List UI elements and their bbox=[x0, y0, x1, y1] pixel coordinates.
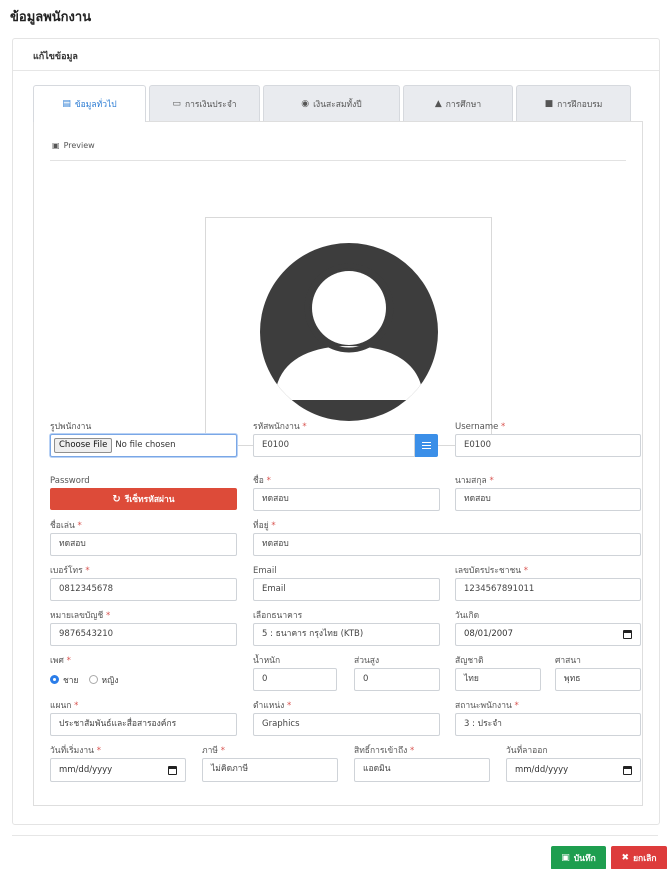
tab-training[interactable]: ■ การฝึกอบรม bbox=[516, 85, 631, 121]
employee-code-field: รหัสพนักงาน * E0100 bbox=[253, 421, 438, 457]
generate-code-button[interactable] bbox=[415, 434, 438, 457]
calendar-icon[interactable] bbox=[623, 765, 632, 775]
password-field: Password ↻ รีเซ็ทรหัสผ่าน bbox=[50, 475, 237, 510]
photo-preview bbox=[205, 217, 492, 446]
weight-input[interactable]: 0 bbox=[253, 668, 337, 691]
refresh-icon: ↻ bbox=[112, 493, 121, 505]
employee-code-input[interactable]: E0100 bbox=[253, 434, 415, 457]
id-card-icon: ▤ bbox=[62, 99, 71, 109]
calendar-icon[interactable] bbox=[623, 630, 632, 639]
gender-radio-group: ชาย หญิง bbox=[50, 668, 237, 691]
account-number-field: หมายเลขบัญชี * 9876543210 bbox=[50, 610, 237, 646]
email-input[interactable]: Email bbox=[253, 578, 440, 601]
floppy-disk-icon: ▣ bbox=[561, 853, 570, 863]
tax-select[interactable]: ไม่คิดภาษี bbox=[202, 758, 338, 782]
status-field: สถานะพนักงาน * 3 : ประจำ bbox=[455, 700, 641, 736]
nickname-field: ชื่อเล่น * ทดสอบ bbox=[50, 520, 237, 556]
religion-input[interactable]: พุทธ bbox=[555, 668, 641, 691]
last-name-field: นามสกุล * ทดสอบ bbox=[455, 475, 641, 511]
gender-female-radio[interactable] bbox=[88, 675, 98, 684]
choose-file-button[interactable]: Choose File bbox=[54, 438, 113, 453]
preview-heading: ▣ Preview bbox=[52, 141, 95, 150]
phone-input[interactable]: 0812345678 bbox=[50, 578, 237, 601]
avatar-placeholder-icon bbox=[260, 243, 438, 421]
first-name-field: ชื่อ * ทดสอบ bbox=[253, 475, 440, 511]
book-icon: ■ bbox=[544, 98, 554, 109]
tab-education[interactable]: ▲ การศึกษา bbox=[403, 85, 513, 121]
access-field: สิทธิ์การเข้าถึง * แอดมิน bbox=[354, 745, 490, 782]
tab-bar: ▤ ข้อมูลทั่วไป ▭ การเงินประจำ ◉ เงินสะสม… bbox=[33, 85, 643, 122]
reset-password-button[interactable]: ↻ รีเซ็ทรหัสผ่าน bbox=[50, 488, 237, 510]
money-icon: ▭ bbox=[172, 98, 181, 109]
resign-date-field: วันที่ลาออก mm/dd/yyyy bbox=[506, 745, 641, 782]
bank-select[interactable]: 5 : ธนาคาร กรุงไทย (KTB) bbox=[253, 623, 440, 646]
start-date-field: วันที่เริ่มงาน * mm/dd/yyyy bbox=[50, 745, 186, 782]
gender-field: เพศ * ชาย หญิง bbox=[50, 655, 237, 691]
file-status: No file chosen bbox=[115, 440, 176, 450]
graduation-cap-icon: ▲ bbox=[434, 98, 442, 109]
card-title: แก้ไขข้อมูล bbox=[13, 39, 659, 71]
bank-field: เลือกธนาคาร 5 : ธนาคาร กรุงไทย (KTB) bbox=[253, 610, 440, 646]
list-icon bbox=[422, 442, 431, 449]
nickname-input[interactable]: ทดสอบ bbox=[50, 533, 237, 556]
department-field: แผนก * ประชาสัมพันธ์และสื่อสารองค์กร bbox=[50, 700, 237, 736]
height-field: ส่วนสูง 0 bbox=[354, 655, 440, 691]
nationality-field: สัญชาติ ไทย bbox=[455, 655, 541, 691]
birthday-field: วันเกิด 08/01/2007 bbox=[455, 610, 641, 646]
cancel-button[interactable]: ✖ ยกเลิก bbox=[611, 846, 667, 869]
save-button[interactable]: ▣ บันทึก bbox=[551, 846, 606, 869]
weight-field: น้ำหนัก 0 bbox=[253, 655, 337, 691]
footer-divider bbox=[12, 835, 658, 836]
phone-field: เบอร์โทร * 0812345678 bbox=[50, 565, 237, 601]
photo-file-input[interactable]: Choose File No file chosen bbox=[50, 434, 237, 457]
id-card-field: เลขบัตรประชาชน * 1234567891011 bbox=[455, 565, 641, 601]
email-field: Email Email bbox=[253, 565, 440, 601]
address-input[interactable]: ทดสอบ bbox=[253, 533, 641, 556]
position-select[interactable]: Graphics bbox=[253, 713, 440, 736]
religion-field: ศาสนา พุทธ bbox=[555, 655, 641, 691]
department-select[interactable]: ประชาสัมพันธ์และสื่อสารองค์กร bbox=[50, 713, 237, 736]
birthday-date-input[interactable]: 08/01/2007 bbox=[455, 623, 641, 646]
last-name-input[interactable]: ทดสอบ bbox=[455, 488, 641, 511]
address-field: ที่อยู่ * ทดสอบ bbox=[253, 520, 641, 556]
close-icon: ✖ bbox=[621, 853, 630, 863]
id-card-input[interactable]: 1234567891011 bbox=[455, 578, 641, 601]
photo-field: รูปพนักงาน Choose File No file chosen bbox=[50, 421, 237, 457]
account-number-input[interactable]: 9876543210 bbox=[50, 623, 237, 646]
tab-general-info[interactable]: ▤ ข้อมูลทั่วไป bbox=[33, 85, 146, 122]
tab-yearly-savings[interactable]: ◉ เงินสะสมทั้งปี bbox=[263, 85, 400, 121]
resign-date-input[interactable]: mm/dd/yyyy bbox=[506, 758, 641, 782]
nationality-input[interactable]: ไทย bbox=[455, 668, 541, 691]
image-icon: ▣ bbox=[52, 141, 60, 150]
tax-field: ภาษี * ไม่คิดภาษี bbox=[202, 745, 338, 782]
access-select[interactable]: แอดมิน bbox=[354, 758, 490, 782]
tab-regular-finance[interactable]: ▭ การเงินประจำ bbox=[149, 85, 260, 121]
username-input[interactable]: E0100 bbox=[455, 434, 641, 457]
page-title: ข้อมูลพนักงาน bbox=[10, 10, 92, 25]
status-select[interactable]: 3 : ประจำ bbox=[455, 713, 641, 736]
piggy-bank-icon: ◉ bbox=[301, 98, 310, 109]
start-date-input[interactable]: mm/dd/yyyy bbox=[50, 758, 186, 782]
divider bbox=[50, 160, 626, 161]
gender-male-radio[interactable] bbox=[50, 675, 59, 684]
height-input[interactable]: 0 bbox=[354, 668, 440, 691]
first-name-input[interactable]: ทดสอบ bbox=[253, 488, 440, 511]
username-field: Username * E0100 bbox=[455, 421, 641, 457]
calendar-icon[interactable] bbox=[168, 765, 177, 775]
position-field: ตำแหน่ง * Graphics bbox=[253, 700, 440, 736]
